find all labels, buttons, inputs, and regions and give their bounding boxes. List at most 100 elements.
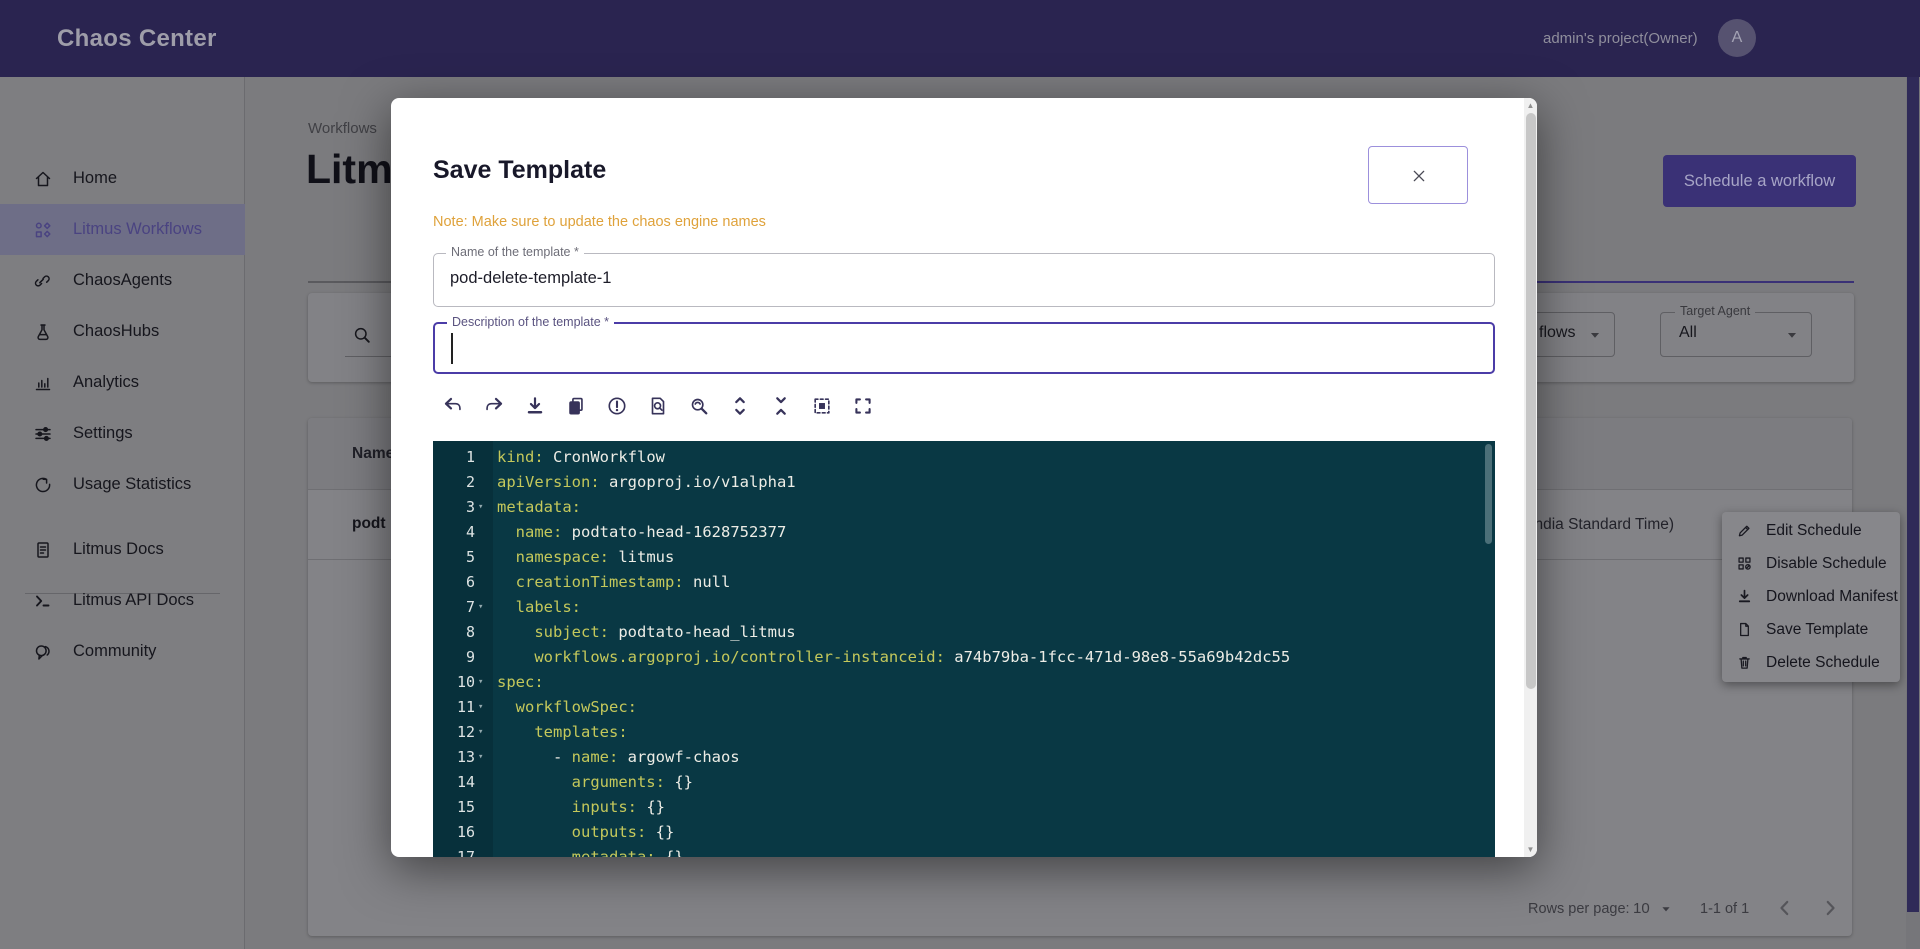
app-root: Chaos Center admin's project(Owner) A Ho… xyxy=(0,0,1920,949)
sidebar-item-label: Usage Statistics xyxy=(73,475,191,494)
project-switcher[interactable]: admin's project(Owner) xyxy=(1543,0,1732,77)
sidebar-item-community[interactable]: Community xyxy=(0,626,245,677)
line-number: 7 xyxy=(433,595,475,620)
line-code: kind: CronWorkflow xyxy=(497,445,665,470)
search-file-button[interactable] xyxy=(646,392,670,420)
editor-line: 17 metadata: {} xyxy=(433,845,1495,857)
line-number: 14 xyxy=(433,770,475,795)
chevron-left-icon[interactable] xyxy=(1774,897,1796,919)
download-button[interactable] xyxy=(523,392,547,420)
fold-button[interactable] xyxy=(769,392,793,420)
copy-button[interactable] xyxy=(564,392,588,420)
caret-down-icon xyxy=(1586,326,1604,344)
line-code: spec: xyxy=(497,670,544,695)
fold-arrow-icon[interactable]: ▾ xyxy=(478,595,483,620)
menu-item-edit-schedule[interactable]: Edit Schedule xyxy=(1722,514,1900,547)
community-icon xyxy=(33,642,53,662)
rows-per-page-value[interactable]: 10 xyxy=(1633,900,1650,917)
sidebar-item-label: ChaosAgents xyxy=(73,271,172,290)
sidebar-item-usage-statistics[interactable]: Usage Statistics xyxy=(0,459,245,510)
trash-icon xyxy=(1736,654,1753,671)
fullscreen-button[interactable] xyxy=(851,392,875,420)
schedule-workflow-button[interactable]: Schedule a workflow xyxy=(1663,155,1856,207)
unfold-button[interactable] xyxy=(728,392,752,420)
fold-arrow-icon[interactable]: ▾ xyxy=(478,495,483,520)
top-header: Chaos Center admin's project(Owner) A xyxy=(0,0,1920,77)
editor-line: 16 outputs: {} xyxy=(433,820,1495,845)
redo-icon xyxy=(483,395,505,417)
sidebar-item-settings[interactable]: Settings xyxy=(0,408,245,459)
fold-arrow-icon[interactable]: ▾ xyxy=(478,695,483,720)
menu-item-download-manifest[interactable]: Download Manifest xyxy=(1722,580,1900,613)
sidebar-item-label: Settings xyxy=(73,424,133,443)
modal-scrollbar[interactable]: ▲ ▼ xyxy=(1524,98,1537,857)
sidebar-item-litmus-workflows[interactable]: Litmus Workflows xyxy=(0,204,245,255)
schedule-context-menu: Edit ScheduleDisable ScheduleDownload Ma… xyxy=(1722,512,1900,682)
page-scrollbar-thumb[interactable] xyxy=(1907,77,1919,912)
page-scrollbar[interactable] xyxy=(1906,77,1920,949)
menu-item-save-template[interactable]: Save Template xyxy=(1722,613,1900,646)
undo-button[interactable] xyxy=(441,392,465,420)
search-icon[interactable] xyxy=(352,325,372,345)
pencil-icon xyxy=(1736,522,1753,539)
menu-item-delete-schedule[interactable]: Delete Schedule xyxy=(1722,646,1900,679)
workflows-icon xyxy=(33,220,53,240)
select-all-button[interactable] xyxy=(810,392,834,420)
fold-arrow-icon[interactable]: ▾ xyxy=(478,720,483,745)
editor-line: 11▾ workflowSpec: xyxy=(433,695,1495,720)
scrollbar-up-arrow[interactable]: ▲ xyxy=(1524,99,1537,112)
sidebar-item-label: Home xyxy=(73,169,117,188)
template-name-label: Name of the template * xyxy=(446,245,584,259)
template-description-field[interactable]: Description of the template * xyxy=(433,322,1495,374)
sidebar-item-chaoshubs[interactable]: ChaosHubs xyxy=(0,306,245,357)
editor-line: 15 inputs: {} xyxy=(433,795,1495,820)
error-icon xyxy=(606,395,628,417)
sidebar-item-chaosagents[interactable]: ChaosAgents xyxy=(0,255,245,306)
line-number: 5 xyxy=(433,545,475,570)
editor-toolbar xyxy=(441,392,875,422)
caret-down-icon[interactable] xyxy=(1658,901,1674,917)
error-button[interactable] xyxy=(605,392,629,420)
page-range: 1-1 of 1 xyxy=(1700,901,1749,917)
line-code: metadata: {} xyxy=(497,845,684,857)
template-name-value: pod-delete-template-1 xyxy=(450,269,611,288)
modal-title: Save Template xyxy=(433,156,606,185)
yaml-editor[interactable]: 1kind: CronWorkflow2apiVersion: argoproj… xyxy=(433,441,1495,857)
menu-item-label: Delete Schedule xyxy=(1766,654,1880,672)
hubs-icon xyxy=(33,322,53,342)
download-icon xyxy=(1736,588,1753,605)
avatar[interactable]: A xyxy=(1718,19,1756,57)
fold-arrow-icon[interactable]: ▾ xyxy=(478,670,483,695)
editor-line: 4 name: podtato-head-1628752377 xyxy=(433,520,1495,545)
line-number: 9 xyxy=(433,645,475,670)
breadcrumb[interactable]: Workflows xyxy=(308,120,377,137)
editor-line: 10▾spec: xyxy=(433,670,1495,695)
search-replace-button[interactable] xyxy=(687,392,711,420)
template-name-field[interactable]: Name of the template * pod-delete-templa… xyxy=(433,253,1495,307)
chevron-right-icon[interactable] xyxy=(1819,897,1841,919)
page-title: Litm xyxy=(306,146,393,193)
sidebar-item-home[interactable]: Home xyxy=(0,153,245,204)
pagination: Rows per page: 10 1-1 of 1 xyxy=(308,884,1852,936)
redo-button[interactable] xyxy=(482,392,506,420)
api-docs-icon xyxy=(33,591,53,611)
modal-scrollbar-thumb[interactable] xyxy=(1526,113,1536,689)
sidebar-item-analytics[interactable]: Analytics xyxy=(0,357,245,408)
sidebar-item-litmus-api-docs[interactable]: Litmus API Docs xyxy=(0,575,245,626)
fold-arrow-icon[interactable]: ▾ xyxy=(478,745,483,770)
target-agent-select[interactable]: Target Agent All xyxy=(1660,312,1812,357)
line-code: outputs: {} xyxy=(497,820,674,845)
line-code: arguments: {} xyxy=(497,770,693,795)
editor-scrollbar-thumb[interactable] xyxy=(1485,444,1492,544)
analytics-icon xyxy=(33,373,53,393)
editor-line: 7▾ labels: xyxy=(433,595,1495,620)
close-button[interactable] xyxy=(1368,146,1468,204)
undo-icon xyxy=(442,395,464,417)
column-header-name[interactable]: Name xyxy=(352,445,394,463)
scrollbar-down-arrow[interactable]: ▼ xyxy=(1524,843,1537,856)
line-number: 11 xyxy=(433,695,475,720)
sidebar-item-label: Analytics xyxy=(73,373,139,392)
sidebar-item-litmus-docs[interactable]: Litmus Docs xyxy=(0,524,245,575)
menu-item-disable-schedule[interactable]: Disable Schedule xyxy=(1722,547,1900,580)
editor-line: 14 arguments: {} xyxy=(433,770,1495,795)
